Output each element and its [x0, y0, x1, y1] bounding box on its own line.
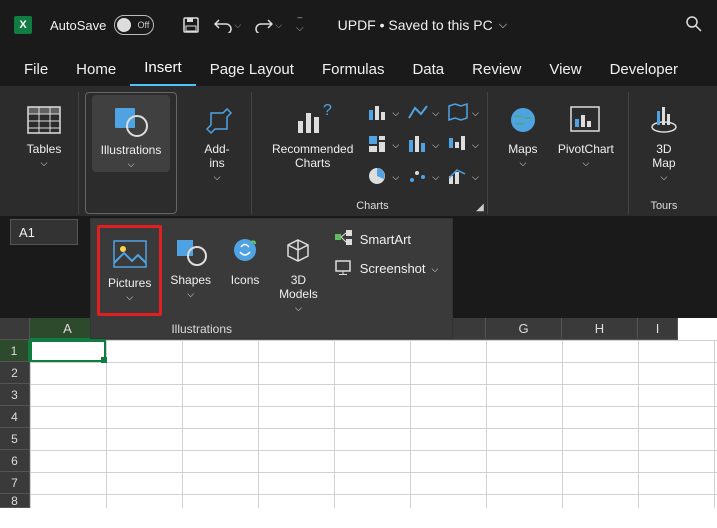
- recommended-charts-button[interactable]: ? Recommended Charts: [264, 94, 361, 200]
- cells-area[interactable]: [30, 340, 717, 508]
- screenshot-icon: [334, 258, 354, 279]
- table-icon: [26, 100, 62, 140]
- group-tours: 3D Map ⌵ Tours: [635, 92, 693, 214]
- 3d-map-icon: [649, 100, 679, 140]
- globe-icon: [508, 100, 538, 140]
- search-icon[interactable]: [685, 15, 703, 36]
- autosave-label: AutoSave: [50, 18, 106, 33]
- 3d-models-button[interactable]: 3D Models ⌵: [271, 225, 326, 316]
- scatter-chart-button[interactable]: ⌵: [405, 162, 441, 190]
- 3d-map-button[interactable]: 3D Map ⌵: [641, 94, 687, 185]
- tab-developer[interactable]: Developer: [596, 55, 692, 86]
- chevron-down-icon: ⌵: [128, 159, 135, 170]
- save-icon[interactable]: [182, 16, 200, 34]
- recommended-charts-icon: ?: [293, 100, 333, 140]
- row-header-6[interactable]: 6: [0, 450, 30, 472]
- chevron-down-icon: ⌵: [499, 19, 507, 32]
- shapes-icon: [173, 231, 209, 271]
- tab-review[interactable]: Review: [458, 55, 535, 86]
- illustrations-flyout: Pictures ⌵ Shapes ⌵ Icons 3D Models ⌵ Sm…: [90, 218, 453, 339]
- toggle-state: Off: [138, 20, 150, 30]
- row-header-4[interactable]: 4: [0, 406, 30, 428]
- row-header-7[interactable]: 7: [0, 472, 30, 494]
- tab-data[interactable]: Data: [398, 55, 458, 86]
- active-cell[interactable]: [30, 340, 106, 362]
- tab-file[interactable]: File: [10, 55, 62, 86]
- row-header-2[interactable]: 2: [0, 362, 30, 384]
- chevron-down-icon: ⌵: [126, 292, 133, 303]
- tab-insert[interactable]: Insert: [130, 53, 196, 86]
- column-chart-button[interactable]: ⌵: [365, 98, 401, 126]
- maps-button[interactable]: Maps ⌵: [500, 94, 546, 212]
- icons-icon: [227, 231, 263, 271]
- pivotchart-icon: [569, 100, 603, 140]
- col-header-G[interactable]: G: [486, 318, 562, 340]
- undo-icon[interactable]: ⌵: [214, 17, 241, 33]
- tab-page-layout[interactable]: Page Layout: [196, 55, 308, 86]
- select-all-corner[interactable]: [0, 318, 30, 340]
- pie-chart-button[interactable]: ⌵: [365, 162, 401, 190]
- chevron-down-icon: ⌵: [187, 289, 194, 300]
- hierarchy-chart-button[interactable]: ⌵: [365, 130, 401, 158]
- row-headers: 1 2 3 4 5 6 7 8: [0, 340, 30, 508]
- col-header-H[interactable]: H: [562, 318, 638, 340]
- addins-button[interactable]: Add- ins ⌵: [189, 94, 245, 185]
- document-title[interactable]: UPDF • Saved to this PC ⌵: [338, 17, 507, 33]
- dialog-launcher-icon[interactable]: ◢: [476, 202, 484, 213]
- row-header-8[interactable]: 8: [0, 494, 30, 508]
- worksheet-grid[interactable]: A B C D E F G H I 1 2 3 4 5 6 7 8: [0, 318, 717, 528]
- qat-customize-icon[interactable]: ‾⌵: [296, 21, 304, 31]
- group-illustrations: Illustrations ⌵: [85, 92, 177, 214]
- statistic-chart-button[interactable]: ⌵: [405, 130, 441, 158]
- shapes-button[interactable]: Shapes ⌵: [162, 225, 219, 316]
- autosave-toggle[interactable]: AutoSave Off: [50, 15, 154, 35]
- title-bar: X AutoSave Off ⌵ ⌵ ‾⌵ UPDF • Saved to th…: [0, 0, 717, 50]
- charts-group-label: Charts: [258, 200, 487, 214]
- ribbon-tabs: File Home Insert Page Layout Formulas Da…: [0, 50, 717, 86]
- pivotchart-button[interactable]: PivotChart ⌵: [550, 94, 622, 212]
- screenshot-button[interactable]: Screenshot ⌵: [334, 258, 439, 279]
- smartart-icon: [334, 229, 354, 250]
- map-chart-button[interactable]: ⌵: [445, 98, 481, 126]
- tours-group-label: Tours: [635, 200, 693, 214]
- toggle-switch[interactable]: Off: [114, 15, 154, 35]
- tab-home[interactable]: Home: [62, 55, 130, 86]
- group-charts: ? Recommended Charts ⌵ ⌵ ⌵ ⌵ ⌵ ⌵ ⌵ ⌵ ⌵ C…: [258, 92, 488, 214]
- excel-logo-icon: X: [14, 16, 32, 34]
- name-box[interactable]: A1: [10, 219, 78, 245]
- chevron-down-icon: ⌵: [214, 172, 221, 183]
- line-chart-button[interactable]: ⌵: [405, 98, 441, 126]
- waterfall-chart-button[interactable]: ⌵: [445, 130, 481, 158]
- illustrations-button[interactable]: Illustrations ⌵: [92, 95, 170, 172]
- row-header-3[interactable]: 3: [0, 384, 30, 406]
- chevron-down-icon: ⌵: [41, 158, 48, 169]
- ribbon: Tables ⌵ Illustrations ⌵ Add- ins ⌵ ?: [0, 86, 717, 216]
- chevron-down-icon: ⌵: [519, 158, 526, 169]
- group-tables: Tables ⌵: [10, 92, 79, 214]
- row-header-1[interactable]: 1: [0, 340, 30, 362]
- addins-icon: [201, 100, 233, 140]
- combo-chart-button[interactable]: ⌵: [445, 162, 481, 190]
- icons-button[interactable]: Icons: [219, 225, 271, 316]
- group-addins: Add- ins ⌵: [183, 92, 252, 214]
- smartart-button[interactable]: SmartArt: [334, 229, 439, 250]
- svg-text:?: ?: [323, 103, 332, 119]
- illustrations-group-label: Illustrations: [91, 322, 312, 336]
- shapes-stack-icon: [111, 101, 151, 141]
- group-maps: Maps ⌵ PivotChart ⌵: [494, 92, 629, 214]
- tab-formulas[interactable]: Formulas: [308, 55, 399, 86]
- tab-view[interactable]: View: [535, 55, 595, 86]
- chevron-down-icon: ⌵: [582, 158, 589, 169]
- chevron-down-icon: ⌵: [295, 303, 302, 314]
- col-header-I[interactable]: I: [638, 318, 678, 340]
- pictures-button[interactable]: Pictures ⌵: [97, 225, 162, 316]
- row-header-5[interactable]: 5: [0, 428, 30, 450]
- tables-button[interactable]: Tables ⌵: [16, 94, 72, 171]
- chevron-down-icon: ⌵: [432, 264, 439, 275]
- redo-icon[interactable]: ⌵: [255, 17, 282, 33]
- chevron-down-icon: ⌵: [660, 172, 667, 183]
- 3d-models-icon: [280, 231, 316, 271]
- pictures-icon: [112, 234, 148, 274]
